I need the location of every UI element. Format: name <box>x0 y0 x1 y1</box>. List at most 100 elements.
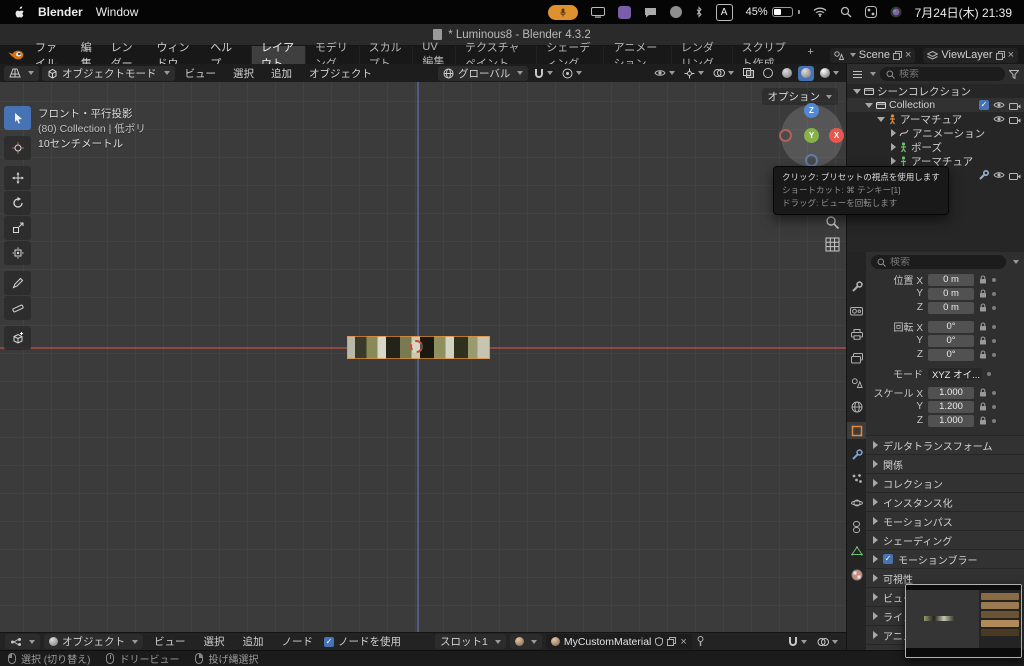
copy-icon[interactable] <box>667 637 677 646</box>
outliner-row-armature-object[interactable]: アーマチュア <box>847 112 1024 126</box>
rotation-z-field[interactable]: 0° <box>928 348 974 361</box>
rotate-tool[interactable] <box>4 191 31 215</box>
section-instancing[interactable]: インスタンス化 <box>866 492 1024 511</box>
bluetooth-icon[interactable] <box>695 6 703 18</box>
gizmo-axis-x-neg[interactable] <box>779 129 792 142</box>
menu-render[interactable]: レンダー <box>104 42 150 70</box>
viewport-zoom-control[interactable] <box>825 215 840 230</box>
zoom-icon[interactable] <box>825 215 840 230</box>
spotlight-icon[interactable] <box>840 6 852 18</box>
tab-animation[interactable]: アニメーション <box>603 42 670 70</box>
scale-z-field[interactable]: 1.000 <box>928 414 974 427</box>
shader-editor-type-button[interactable] <box>5 634 40 649</box>
scale-tool[interactable] <box>4 216 31 240</box>
lock-icon[interactable] <box>979 289 987 298</box>
chevron-down-icon[interactable] <box>853 88 861 94</box>
chevron-right-icon[interactable] <box>891 129 896 137</box>
section-collections[interactable]: コレクション <box>866 473 1024 492</box>
tab-shading[interactable]: シェーディング <box>536 42 603 70</box>
lock-icon[interactable] <box>979 388 987 397</box>
rotation-x-field[interactable]: 0° <box>928 320 974 333</box>
chevron-right-icon[interactable] <box>891 157 896 165</box>
animate-dot[interactable] <box>987 371 991 376</box>
menu-bar-clock[interactable]: 7月24日(木) 21:39 <box>915 4 1012 21</box>
viewport-menu-object[interactable]: オブジェクト <box>302 64 379 82</box>
xray-toggle[interactable] <box>740 66 757 81</box>
section-motion-paths[interactable]: モーションパス <box>866 511 1024 530</box>
animate-dot[interactable] <box>992 390 996 395</box>
section-motion-blur[interactable]: モーションブラー <box>866 549 1024 568</box>
third-party-app-icon[interactable] <box>617 5 631 19</box>
shader-menu-view[interactable]: ビュー <box>147 633 193 651</box>
wifi-icon[interactable] <box>813 7 827 17</box>
screen-recording-preview[interactable] <box>905 584 1022 658</box>
apple-menu-icon[interactable] <box>12 5 25 19</box>
tab-particle-properties[interactable] <box>847 470 867 487</box>
orientation-dropdown[interactable]: グローバル <box>438 65 529 81</box>
animate-dot[interactable] <box>992 338 996 343</box>
control-center-icon[interactable] <box>864 6 877 18</box>
display-mirroring-icon[interactable] <box>590 6 605 18</box>
transform-tool[interactable] <box>4 241 31 265</box>
animate-dot[interactable] <box>992 305 996 310</box>
animate-dot[interactable] <box>992 418 996 423</box>
select-box-tool[interactable] <box>4 106 31 130</box>
add-workspace-button[interactable]: + <box>799 46 821 64</box>
tab-render-properties[interactable] <box>847 302 867 319</box>
outliner-editor-icon[interactable] <box>852 70 863 79</box>
shader-type-dropdown[interactable]: オブジェクト <box>44 634 143 649</box>
use-nodes-toggle[interactable]: ノードを使用 <box>324 634 401 649</box>
chevron-down-icon[interactable] <box>865 102 873 108</box>
measure-tool[interactable] <box>4 296 31 320</box>
properties-search-input[interactable] <box>890 256 1000 268</box>
scale-x-field[interactable]: 1.000 <box>928 386 974 399</box>
scene-selector[interactable]: Scene <box>829 47 916 63</box>
material-slot-dropdown[interactable]: スロット1 <box>435 634 506 649</box>
messages-icon[interactable] <box>644 7 657 18</box>
outliner-row-scene-collection[interactable]: シーンコレクション <box>847 84 1024 98</box>
shader-snapping-button[interactable] <box>785 634 810 649</box>
editor-type-button[interactable] <box>4 65 39 81</box>
outliner-row-collection[interactable]: Collection <box>847 98 1024 112</box>
blender-logo-icon[interactable] <box>8 49 24 61</box>
cursor-tool[interactable] <box>4 136 31 160</box>
app-menu-window[interactable]: Window <box>96 5 139 19</box>
lock-icon[interactable] <box>979 303 987 312</box>
new-view-layer-icon[interactable] <box>995 50 1005 60</box>
chevron-down-icon[interactable] <box>877 116 885 122</box>
tab-physics-properties[interactable] <box>847 494 867 511</box>
shading-rendered-button[interactable] <box>817 66 842 81</box>
tab-object-properties[interactable] <box>846 422 867 439</box>
outliner-search[interactable] <box>880 67 1005 81</box>
tab-texture-paint[interactable]: テクスチャペイント <box>454 42 536 70</box>
viewport-3d[interactable]: フロント・平行投影 (80) Collection | 低ポリ 10センチメート… <box>0 82 846 632</box>
modifier-wrench-icon[interactable] <box>978 169 989 181</box>
menu-edit[interactable]: 編集 <box>74 42 104 70</box>
animate-dot[interactable] <box>992 404 996 409</box>
add-cube-tool[interactable] <box>4 326 31 350</box>
properties-search[interactable] <box>871 255 1006 269</box>
tab-rendering[interactable]: レンダリング <box>670 42 732 70</box>
collection-checkbox[interactable] <box>979 100 989 110</box>
tab-uv-editing[interactable]: UV編集 <box>412 41 455 68</box>
animate-dot[interactable] <box>992 277 996 282</box>
annotate-tool[interactable] <box>4 271 31 295</box>
tab-scene-properties[interactable] <box>847 374 867 391</box>
unlink-scene-icon[interactable] <box>905 49 911 61</box>
animate-dot[interactable] <box>992 352 996 357</box>
gizmo-axis-x[interactable]: X <box>829 128 844 143</box>
tab-view-layer-properties[interactable] <box>847 350 867 367</box>
pin-icon[interactable] <box>696 636 705 647</box>
viewport-menu-view[interactable]: ビュー <box>178 64 224 82</box>
shader-menu-select[interactable]: 選択 <box>197 633 232 651</box>
lock-icon[interactable] <box>979 350 987 359</box>
viewport-grid-control[interactable] <box>825 237 840 252</box>
app-menu-blender[interactable]: Blender <box>38 5 83 19</box>
tab-layout[interactable]: レイアウト <box>251 42 305 70</box>
location-y-field[interactable]: 0 m <box>928 287 974 300</box>
camera-icon[interactable] <box>1009 171 1021 180</box>
rotation-mode-dropdown[interactable]: XYZ オイ... <box>928 367 982 380</box>
section-shading[interactable]: シェーディング <box>866 530 1024 549</box>
menu-help[interactable]: ヘルプ <box>203 42 241 70</box>
view-layer-selector[interactable]: ViewLayer <box>923 47 1018 63</box>
